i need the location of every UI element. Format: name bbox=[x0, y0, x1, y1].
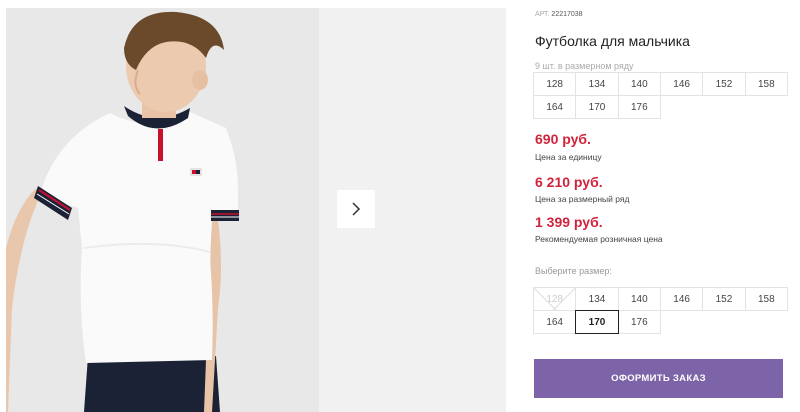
pack-size-grid: 128 134 140 146 152 158 164 170 176 bbox=[533, 72, 788, 119]
size-option[interactable]: 134 bbox=[575, 287, 619, 311]
pack-price-label: Цена за размерный ряд bbox=[535, 194, 630, 204]
size-option[interactable]: 146 bbox=[659, 287, 704, 311]
pack-size-cell: 128 bbox=[533, 72, 577, 96]
boy-in-t-shirt-image bbox=[6, 8, 319, 412]
size-option-label: 152 bbox=[715, 293, 733, 305]
size-option-label: 164 bbox=[546, 316, 563, 328]
unit-price-label: Цена за единицу bbox=[535, 152, 602, 162]
size-option-label: 158 bbox=[757, 293, 775, 305]
size-option-label: 176 bbox=[630, 316, 648, 328]
size-option-selected[interactable]: 170 bbox=[575, 310, 619, 334]
size-option-label: 170 bbox=[588, 316, 606, 328]
product-sku: АРТ. 22217038 bbox=[535, 11, 583, 18]
order-button[interactable]: ОФОРМИТЬ ЗАКАЗ bbox=[534, 359, 783, 398]
sku-label: АРТ. bbox=[535, 11, 550, 18]
sku-number: 22217038 bbox=[551, 11, 583, 18]
size-selector: 128 134 140 146 152 158 164 170 176 bbox=[533, 287, 788, 334]
size-option-label: 146 bbox=[673, 293, 690, 305]
size-option: 128 bbox=[533, 287, 577, 330]
pack-size-cell: 140 bbox=[617, 72, 661, 96]
size-option[interactable]: 140 bbox=[617, 287, 661, 311]
retail-price-label: Рекомендуемая розничная цена bbox=[535, 234, 663, 244]
pack-size-cell: 164 bbox=[533, 95, 577, 119]
product-photo[interactable] bbox=[6, 8, 319, 412]
size-option[interactable]: 158 bbox=[744, 287, 788, 311]
pack-size-cell: 146 bbox=[659, 72, 704, 96]
size-option-label: 140 bbox=[630, 293, 648, 305]
pack-size-cell: 134 bbox=[575, 72, 619, 96]
product-gallery bbox=[6, 8, 506, 412]
size-option-label: 134 bbox=[588, 293, 606, 305]
product-title: Футболка для мальчика bbox=[535, 33, 690, 49]
size-option[interactable]: 176 bbox=[617, 310, 661, 334]
pack-count-label: 9 шт. в размерном ряду bbox=[535, 61, 634, 71]
pack-price: 6 210 руб. bbox=[535, 174, 603, 190]
retail-price: 1 399 руб. bbox=[535, 214, 603, 230]
pack-size-cell: 152 bbox=[702, 72, 746, 96]
size-option[interactable]: 152 bbox=[702, 287, 746, 311]
choose-size-label: Выберите размер: bbox=[535, 266, 612, 276]
size-option[interactable]: 164 bbox=[533, 310, 577, 334]
next-photo-button[interactable] bbox=[337, 190, 375, 228]
pack-size-cell: 158 bbox=[744, 72, 788, 96]
pack-size-cell: 176 bbox=[617, 95, 661, 119]
unit-price: 690 руб. bbox=[535, 131, 591, 147]
pack-size-cell: 170 bbox=[575, 95, 619, 119]
chevron-right-icon bbox=[352, 202, 361, 216]
